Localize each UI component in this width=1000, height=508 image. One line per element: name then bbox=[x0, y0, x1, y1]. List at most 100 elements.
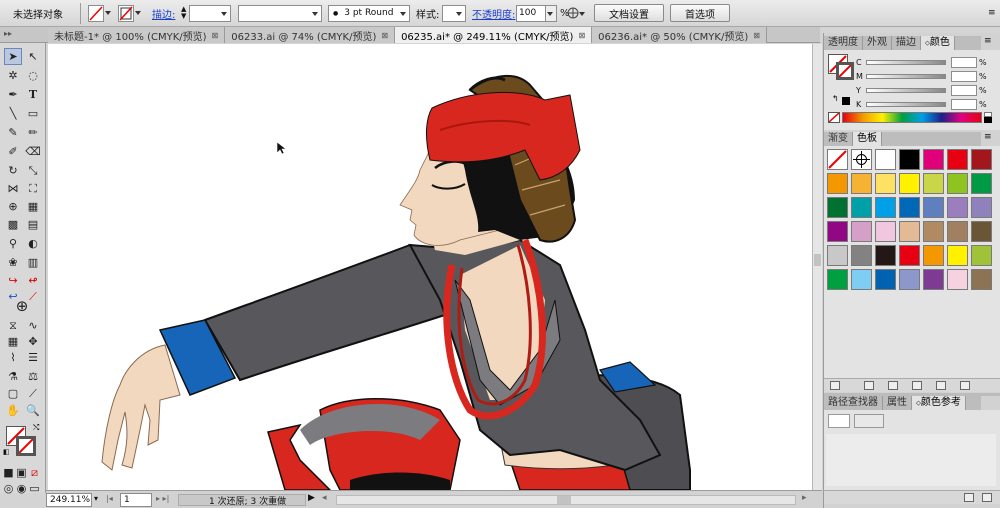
free-transform-tool-icon[interactable]: ⛶ bbox=[24, 180, 42, 197]
doc-tab-untitled[interactable]: 未标题-1* @ 100% (CMYK/预览) ⊠ bbox=[48, 27, 226, 43]
document-setup[interactable]: 文档设置 bbox=[594, 4, 664, 22]
play-icon[interactable]: ▶ bbox=[308, 493, 315, 503]
magic-wand-tool-icon[interactable]: ✲ bbox=[4, 67, 22, 84]
measure-tool-icon[interactable]: ⚖ bbox=[24, 368, 42, 385]
swatch-libraries-icon[interactable] bbox=[830, 381, 840, 390]
swatch[interactable] bbox=[851, 221, 872, 242]
chevron-down-icon[interactable] bbox=[579, 6, 588, 20]
stroke-label[interactable]: 描边: bbox=[152, 4, 175, 22]
style-dropdown[interactable] bbox=[442, 4, 466, 22]
variable-width-dropdown[interactable] bbox=[238, 4, 322, 22]
warp-tool-icon[interactable]: ∿ bbox=[24, 317, 42, 334]
opacity-label[interactable]: 不透明度: bbox=[472, 4, 515, 22]
scroll-thumb[interactable] bbox=[814, 254, 821, 266]
next-artboard-icon[interactable]: ▸ ▸| bbox=[156, 494, 169, 503]
pen-tool-icon[interactable]: ✒ bbox=[4, 86, 22, 103]
chevron-down-icon[interactable] bbox=[104, 5, 114, 22]
swatch[interactable] bbox=[875, 245, 896, 266]
type-tool-icon[interactable]: T bbox=[24, 86, 42, 103]
chevron-right-icon[interactable] bbox=[546, 4, 557, 22]
panel-menu-icon[interactable]: ≡ bbox=[988, 8, 996, 18]
none-swatch[interactable] bbox=[828, 112, 840, 123]
swatch[interactable] bbox=[827, 173, 848, 194]
swatch[interactable] bbox=[923, 197, 944, 218]
swatch[interactable] bbox=[971, 269, 992, 290]
zoom-field[interactable]: 249.11% bbox=[46, 493, 92, 507]
reset-arrow-icon[interactable]: ↰ bbox=[832, 94, 839, 103]
swatch[interactable] bbox=[923, 221, 944, 242]
new-swatch-icon[interactable] bbox=[936, 381, 946, 390]
shape-builder-tool-icon[interactable]: ⊕ bbox=[4, 198, 22, 215]
panel-menu[interactable]: ≡ bbox=[988, 4, 996, 22]
panel-menu-icon[interactable]: ≡ bbox=[984, 132, 992, 142]
close-icon[interactable]: ⊠ bbox=[753, 31, 760, 40]
mesh-tool-icon[interactable]: ▩ bbox=[4, 216, 22, 233]
scroll-thumb[interactable] bbox=[557, 496, 571, 504]
pucker-tool-icon[interactable]: ✥ bbox=[24, 333, 42, 350]
harmony-rules-dropdown[interactable] bbox=[854, 414, 884, 428]
black-chip[interactable] bbox=[984, 117, 992, 123]
draw-behind-icon[interactable]: ◉ bbox=[15, 480, 28, 497]
swatch[interactable] bbox=[899, 245, 920, 266]
swatch[interactable] bbox=[875, 269, 896, 290]
gradient-mode-icon[interactable]: ▣ bbox=[15, 464, 28, 481]
swatch[interactable] bbox=[875, 197, 896, 218]
swatch[interactable] bbox=[923, 173, 944, 194]
stroke-none-swatch[interactable] bbox=[118, 4, 134, 22]
crosshair-tool-icon[interactable]: ⊕ bbox=[13, 297, 31, 315]
swatch[interactable] bbox=[971, 221, 992, 242]
swatch[interactable] bbox=[923, 245, 944, 266]
guide-base-swatch[interactable] bbox=[828, 414, 850, 428]
swatch[interactable] bbox=[899, 149, 920, 170]
swatch[interactable] bbox=[899, 173, 920, 194]
swatch[interactable] bbox=[947, 149, 968, 170]
direct-selection-tool-icon[interactable]: ↖ bbox=[24, 48, 42, 65]
blend-tool-icon[interactable]: ◐ bbox=[24, 235, 42, 252]
swatch[interactable] bbox=[875, 221, 896, 242]
preferences-button[interactable]: 首选项 bbox=[670, 4, 730, 22]
collapse-icon[interactable]: ▸▸ bbox=[4, 29, 12, 38]
paintbrush-tool-icon[interactable]: ✎ bbox=[4, 124, 22, 141]
swatch[interactable] bbox=[827, 221, 848, 242]
swatch[interactable] bbox=[851, 197, 872, 218]
list-tool-icon[interactable]: ☰ bbox=[24, 349, 42, 366]
channel-input[interactable] bbox=[951, 70, 977, 82]
selection-tool-icon[interactable]: ➤ bbox=[4, 48, 22, 65]
black-swatch[interactable] bbox=[842, 97, 850, 105]
swatch[interactable] bbox=[899, 197, 920, 218]
swap-fill-stroke-icon[interactable]: ⤭ bbox=[33, 423, 39, 433]
eyedropper-tool-icon[interactable]: ⚲ bbox=[4, 235, 22, 252]
draw-normal-icon[interactable]: ◎ bbox=[2, 480, 15, 497]
slice-alt-tool-icon[interactable]: ⟋ bbox=[24, 385, 42, 402]
horizontal-scrollbar[interactable] bbox=[336, 495, 796, 505]
opacity-input[interactable]: 100 bbox=[516, 4, 546, 22]
swatch[interactable] bbox=[923, 269, 944, 290]
swatch[interactable] bbox=[947, 245, 968, 266]
swatch[interactable] bbox=[947, 197, 968, 218]
slice-tool-icon[interactable]: ▦ bbox=[4, 333, 22, 350]
brush-dropdown[interactable]: ● 3 pt Round bbox=[328, 4, 410, 22]
swatch[interactable] bbox=[899, 221, 920, 242]
close-icon[interactable]: ⊠ bbox=[212, 31, 219, 40]
slider-track[interactable] bbox=[866, 73, 946, 79]
artboard-alt-tool-icon[interactable]: ▢ bbox=[4, 385, 22, 402]
variable-width-select[interactable] bbox=[238, 4, 322, 22]
doc-tab-06236[interactable]: 06236.ai* @ 50% (CMYK/预览) ⊠ bbox=[592, 27, 767, 43]
swatch[interactable] bbox=[947, 221, 968, 242]
eyedropper-alt-tool-icon[interactable]: ⚗ bbox=[4, 368, 22, 385]
stroke-color-control[interactable] bbox=[118, 4, 144, 22]
vertical-scrollbar[interactable] bbox=[812, 44, 822, 490]
stroke-link[interactable]: 描边: bbox=[152, 6, 175, 21]
hand-tool-icon[interactable]: ✋ bbox=[4, 402, 22, 419]
first-artboard-icon[interactable]: |◂ bbox=[106, 494, 113, 503]
tab-pathfinder[interactable]: 路径查找器 bbox=[824, 396, 883, 410]
slider-magenta[interactable]: M% bbox=[856, 70, 987, 82]
opacity-link[interactable]: 不透明度: bbox=[472, 6, 515, 21]
slider-track[interactable] bbox=[866, 59, 946, 65]
swatch[interactable] bbox=[971, 173, 992, 194]
channel-input[interactable] bbox=[951, 98, 977, 110]
tab-stroke[interactable]: 描边 bbox=[892, 36, 921, 50]
scale-tool-icon[interactable]: ⤡ bbox=[24, 162, 42, 179]
slider-track[interactable] bbox=[866, 101, 946, 107]
swatch[interactable] bbox=[827, 245, 848, 266]
